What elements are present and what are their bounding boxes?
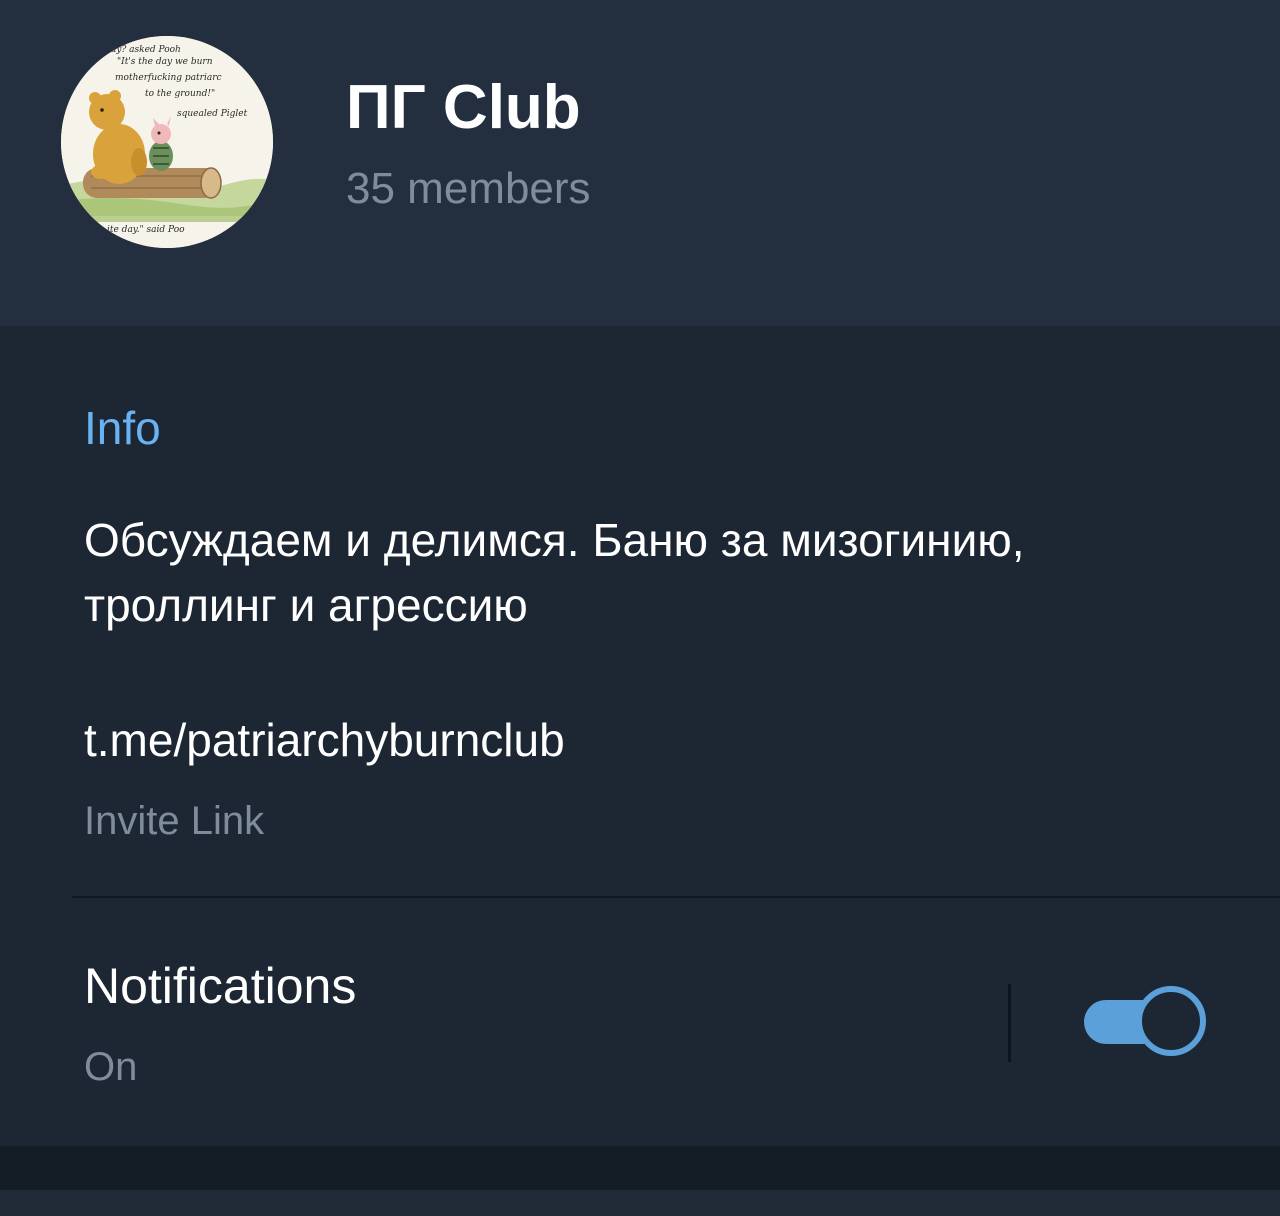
- vertical-separator: [1008, 984, 1011, 1062]
- member-count[interactable]: 35 members: [346, 163, 591, 215]
- group-description[interactable]: Обсуждаем и делимся. Баню за мизогинию, …: [84, 508, 1214, 638]
- info-section-title: Info: [84, 402, 161, 454]
- group-avatar[interactable]: ay? asked Pooh "It's the day we burn mot…: [61, 36, 273, 248]
- avatar-illustration: ay? asked Pooh "It's the day we burn mot…: [61, 36, 273, 248]
- avatar-text-5: squealed Piglet: [177, 109, 248, 119]
- avatar-text-3: motherfucking patriarc: [115, 73, 222, 83]
- notifications-label: Notifications: [84, 958, 357, 1014]
- invite-link-caption: Invite Link: [84, 799, 265, 843]
- notifications-toggle[interactable]: [1084, 986, 1206, 1058]
- notifications-row[interactable]: Notifications On: [0, 898, 1280, 1146]
- avatar-text-6: ite day." said Poo: [107, 225, 185, 235]
- next-section-edge: [0, 1190, 1280, 1216]
- section-gap: [0, 1146, 1280, 1190]
- avatar-text-1: ay? asked Pooh: [111, 45, 181, 55]
- notifications-status: On: [84, 1045, 138, 1089]
- avatar-text-4: to the ground!": [145, 89, 215, 99]
- toggle-knob: [1136, 986, 1206, 1056]
- profile-header: ay? asked Pooh "It's the day we burn mot…: [0, 0, 1280, 326]
- invite-link[interactable]: t.me/patriarchyburnclub: [84, 712, 565, 768]
- avatar-text-2: "It's the day we burn: [117, 57, 213, 67]
- group-title: ПГ Club: [346, 73, 581, 142]
